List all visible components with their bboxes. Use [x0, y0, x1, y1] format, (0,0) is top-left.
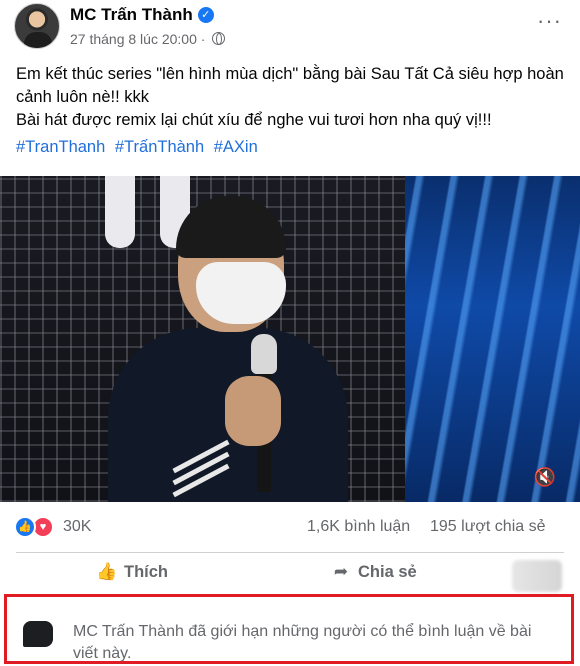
post-text-line: Em kết thúc series "lên hình mùa dịch" b… — [16, 65, 564, 106]
post-meta: 27 tháng 8 lúc 20:00 · — [70, 31, 226, 47]
divider — [16, 552, 564, 553]
post-header: MC Trấn Thành ✓ 27 tháng 8 lúc 20:00 · ··… — [0, 0, 580, 56]
meta-separator: · — [200, 31, 206, 47]
hashtag-link[interactable]: #AXin — [214, 138, 258, 156]
facebook-post: MC Trấn Thành ✓ 27 tháng 8 lúc 20:00 · ··… — [0, 0, 580, 666]
author-name[interactable]: MC Trấn Thành ✓ — [70, 5, 214, 25]
author-avatar[interactable] — [14, 3, 60, 49]
post-stats: 👍 ♥ 30K 1,6K bình luận 195 lượt chia sẻ — [0, 510, 580, 544]
hashtag-link[interactable]: #TrấnThành — [115, 138, 204, 156]
blurred-avatar[interactable] — [512, 560, 562, 592]
more-options-button[interactable]: ··· — [537, 8, 562, 34]
hashtag-link[interactable]: #TranThanh — [16, 138, 105, 156]
share-button-label: Chia sẻ — [358, 563, 417, 581]
performer-hand — [225, 376, 281, 446]
post-actions: 👍 Thích ➦ Chia sẻ — [0, 556, 580, 596]
video-curtain — [405, 176, 580, 502]
verified-badge-icon: ✓ — [197, 7, 214, 23]
like-button-label: Thích — [124, 563, 168, 581]
microphone-head — [251, 334, 277, 374]
like-button[interactable]: 👍 Thích — [96, 562, 168, 590]
thumbs-up-icon: 👍 — [96, 562, 118, 581]
video-player[interactable] — [0, 176, 580, 502]
author-name-text[interactable]: MC Trấn Thành — [70, 5, 193, 24]
comment-restriction-notice: MC Trấn Thành đã giới hạn những người có… — [4, 594, 574, 664]
performer-mask — [196, 262, 286, 324]
post-timestamp[interactable]: 27 tháng 8 lúc 20:00 — [70, 31, 197, 47]
restriction-message: MC Trấn Thành đã giới hạn những người có… — [73, 623, 532, 662]
comment-bubble-icon — [23, 621, 53, 647]
like-reaction-icon[interactable]: 👍 — [14, 516, 36, 538]
reactions-count[interactable]: 30K — [63, 518, 91, 536]
post-text: Em kết thúc series "lên hình mùa dịch" b… — [16, 63, 564, 132]
post-text-line: Bài hát được remix lại chút xíu để nghe … — [16, 111, 492, 129]
hashtags: #TranThanh #TrấnThành #AXin — [16, 138, 263, 157]
stage-light — [105, 176, 135, 248]
share-button[interactable]: ➦ Chia sẻ — [330, 562, 417, 590]
comments-count[interactable]: 1,6K bình luận — [307, 518, 410, 536]
globe-icon[interactable] — [212, 32, 226, 45]
share-arrow-icon: ➦ — [333, 562, 349, 581]
speaker-muted-icon[interactable]: 🔇 — [533, 466, 557, 488]
shares-count[interactable]: 195 lượt chia sẻ — [430, 518, 545, 536]
